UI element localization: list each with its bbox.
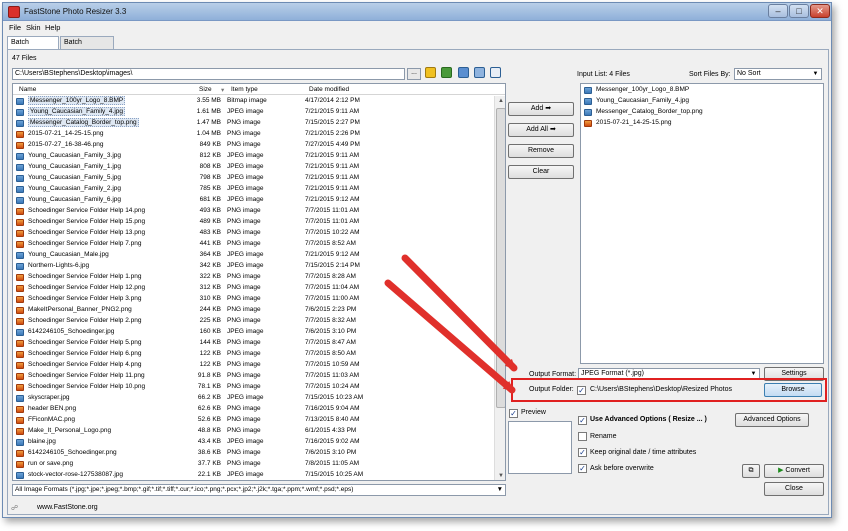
annotation-arrows: [384, 254, 518, 394]
